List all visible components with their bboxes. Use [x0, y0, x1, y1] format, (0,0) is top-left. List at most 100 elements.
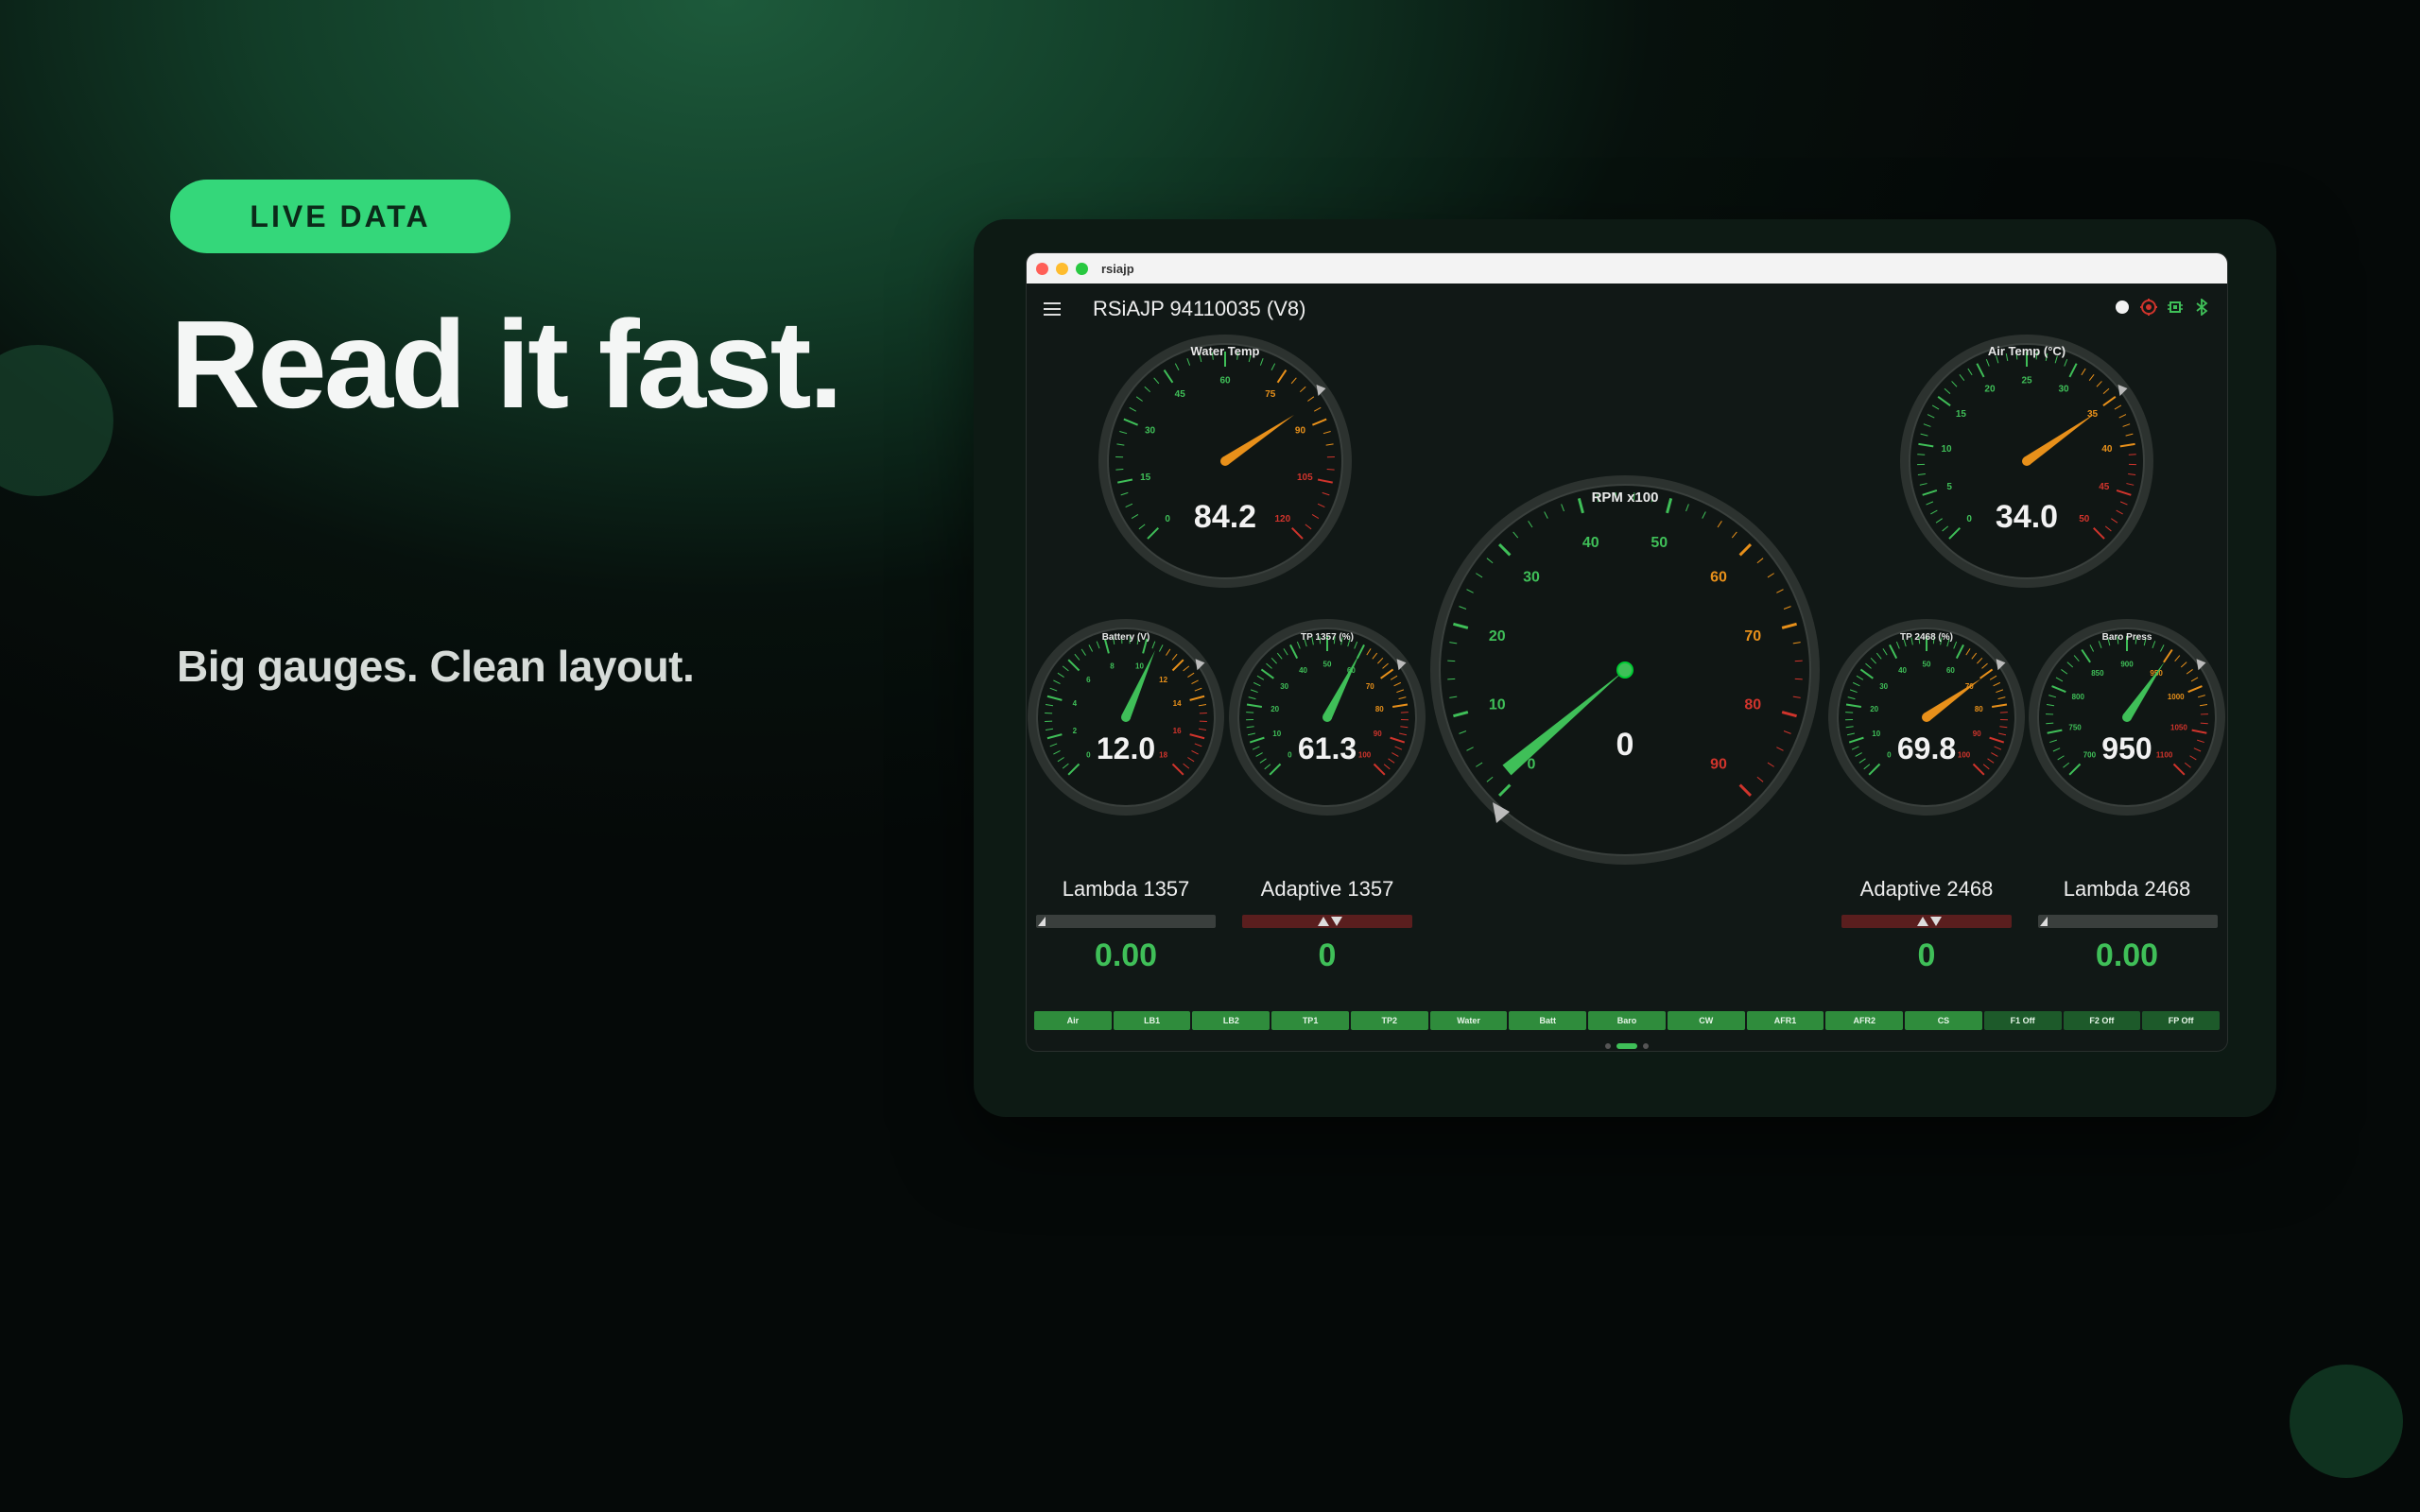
gauge-tick-label: 4	[1073, 699, 1078, 708]
gauge-tick-label: 90	[1710, 756, 1727, 772]
gauge-needle-hub	[1922, 713, 1931, 722]
gauge-tick-label: 14	[1173, 699, 1182, 708]
status-chip[interactable]: AFR2	[1825, 1011, 1904, 1030]
status-chip[interactable]: F1 Off	[1983, 1011, 2062, 1030]
gauge-title: TP 1357 (%)	[1301, 632, 1354, 643]
gauge-tick-label: 40	[2101, 444, 2113, 455]
gauge-value: 84.2	[1194, 499, 1256, 535]
lambda-1357-value: 0.00	[1094, 937, 1158, 973]
gauge-tick-label: 900	[2120, 661, 2134, 669]
gauge-tick-label: 18	[1159, 750, 1167, 759]
gauge-tick-label: 16	[1173, 727, 1182, 735]
gauge-tick-label: 1000	[2168, 693, 2185, 701]
gauge-battery: 0 2 4 6 8 10 12 14 16 18 Battery (V) 12.0	[1028, 619, 1224, 816]
gauge-tick-label: 40	[1898, 666, 1907, 675]
subheadline: Big gauges. Clean layout.	[177, 642, 695, 691]
gauge-tick-label: 10	[1941, 444, 1952, 455]
gauge-tick-label: 120	[1274, 514, 1290, 524]
headline: Read it fast.	[170, 295, 843, 434]
gauge-tick-label: 80	[1744, 697, 1761, 713]
status-chip[interactable]: Air	[1034, 1011, 1112, 1030]
status-chip[interactable]: Batt	[1509, 1011, 1587, 1030]
gauge-tick-label: 20	[1270, 705, 1279, 713]
gauge-value: 0	[1616, 727, 1634, 763]
gauge-tick-label: 45	[2099, 482, 2110, 492]
gauge-tick-label: 700	[2083, 750, 2097, 759]
gauge-title: RPM x100	[1592, 490, 1659, 506]
gauge-tick-label: 750	[2068, 724, 2082, 732]
gauge-tick-label: 80	[1375, 705, 1384, 713]
adaptive-2468-bar	[1841, 915, 2012, 928]
gauge-tick-label: 2	[1073, 727, 1078, 735]
status-chip[interactable]: AFR1	[1746, 1011, 1824, 1030]
gauge-title: Water Temp	[1191, 344, 1260, 358]
gauge-tick-label: 10	[1489, 697, 1506, 713]
lambda-1357-bar	[1036, 915, 1216, 928]
gauge-tick-label: 15	[1140, 472, 1151, 483]
adaptive-1357-value: 0	[1318, 937, 1337, 973]
gauge-title: Battery (V)	[1102, 632, 1150, 643]
gauge-minor-tick	[1326, 468, 1335, 471]
gauge-rpm: 010203040 5060708090RPM x1000	[1430, 475, 1820, 865]
adaptive-2468-value: 0	[1917, 937, 1936, 973]
gauge-water-temp: 0 15 30 45 60 75 90 105 120 Water Temp 84.2	[1098, 335, 1352, 588]
gauge-tick-label: 0	[1966, 514, 1972, 524]
gauge-tick-label: 70	[1366, 682, 1374, 691]
gauge-needle-hub	[1220, 456, 1230, 466]
decorative-circle-right	[2290, 1365, 2403, 1478]
gauge-tick-label: 20	[1489, 628, 1506, 644]
gauge-tick-label: 6	[1086, 676, 1091, 684]
gauge-tick-label: 25	[2021, 375, 2032, 386]
adaptive-1357-bar	[1242, 915, 1412, 928]
status-chip[interactable]: LB2	[1192, 1011, 1270, 1030]
gauge-tick-label: 20	[1870, 705, 1878, 713]
status-chip[interactable]: Baro	[1588, 1011, 1666, 1030]
gauge-tick-label: 0	[1288, 750, 1292, 759]
gauge-tick-label: 40	[1582, 535, 1599, 551]
live-data-badge: LIVE DATA	[170, 180, 510, 253]
status-chip[interactable]: CW	[1667, 1011, 1745, 1030]
status-chip[interactable]: F2 Off	[2063, 1011, 2141, 1030]
lambda-2468-bar	[2038, 915, 2218, 928]
gauge-tick-label: 10	[1135, 662, 1144, 671]
gauge-tick-label: 1100	[2156, 750, 2173, 759]
gauge-tick-label: 90	[1973, 730, 1981, 738]
page-dot[interactable]	[1605, 1043, 1611, 1049]
page-dot[interactable]	[1643, 1043, 1649, 1049]
gauge-value: 61.3	[1298, 731, 1357, 765]
gauge-tick-label: 60	[1219, 375, 1231, 386]
gauge-cluster: 0 15 30 45 60 75 90 105 120 Water Temp 84.2 0 5 10 15 2…	[1027, 253, 2227, 1051]
page-indicator	[1027, 1043, 2227, 1049]
gauge-tick-label: 10	[1272, 730, 1281, 738]
gauge-tp1357: 0102030405060708090100TP 1357 (%)61.3	[1229, 619, 1426, 816]
gauge-needle-hub	[1121, 713, 1131, 722]
gauge-value: 12.0	[1097, 731, 1155, 765]
gauge-tick-label: 40	[1299, 666, 1307, 675]
gauge-needle-hub	[1322, 713, 1332, 722]
gauge-baro: 700 750 800 850 900 950 1000 1050 1100 Baro Press…	[2029, 619, 2225, 816]
gauge-tick-label: 50	[1923, 661, 1931, 669]
gauge-minor-tick	[1115, 468, 1124, 471]
status-chip[interactable]: TP1	[1271, 1011, 1349, 1030]
page-dot[interactable]	[1616, 1043, 1637, 1049]
gauge-tick-label: 90	[1295, 425, 1306, 436]
status-chip[interactable]: Water	[1429, 1011, 1508, 1030]
gauge-air-temp: 05101520253035404550Air Temp (°C)34.0	[1900, 335, 2153, 588]
lambda-2468-label: Lambda 2468	[2063, 877, 2191, 901]
status-chip[interactable]: TP2	[1350, 1011, 1428, 1030]
adaptive-2468-label: Adaptive 2468	[1859, 877, 1994, 901]
gauge-tick-label: 90	[1374, 730, 1382, 738]
gauge-tick-label: 100	[1958, 750, 1971, 759]
gauge-needle-hub	[1616, 662, 1634, 679]
status-chip-row: Air LB1 LB2 TP1 TP2 Water Batt Baro CW AFR1 AFR2 CS…	[1034, 1011, 2221, 1030]
gauge-tick-label: 850	[2091, 669, 2104, 678]
gauge-tick-label: 50	[2079, 514, 2090, 524]
status-chip[interactable]: LB1	[1113, 1011, 1191, 1030]
gauge-tick-label: 105	[1297, 472, 1313, 483]
gauges-svg: 0153045607590105120Water Temp84.2 0510152…	[1028, 335, 2225, 865]
status-chip[interactable]: FP Off	[2142, 1011, 2221, 1030]
gauge-tick-label: 15	[1956, 409, 1967, 420]
gauge-needle-hub	[2122, 713, 2132, 722]
gauge-tick-label: 45	[1175, 389, 1186, 400]
status-chip[interactable]: CS	[1905, 1011, 1982, 1030]
